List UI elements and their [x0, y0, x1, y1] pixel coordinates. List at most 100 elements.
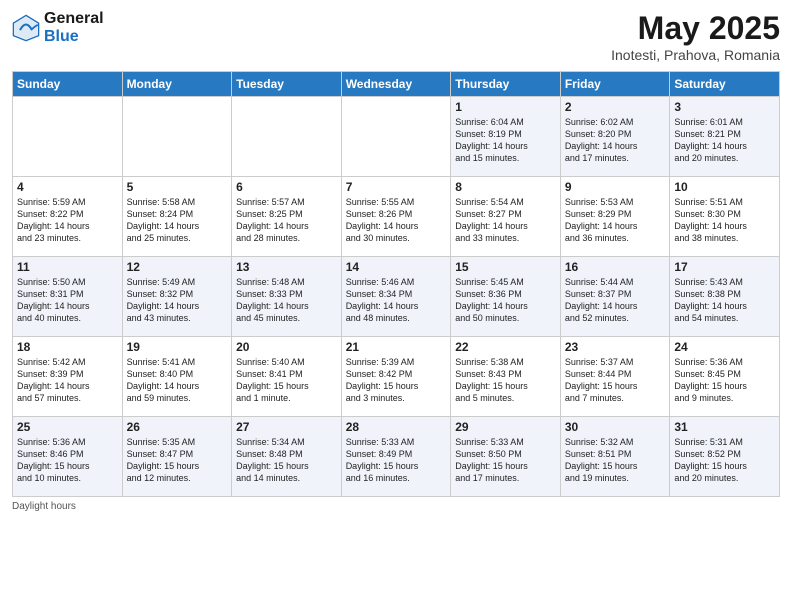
- calendar-cell: 23Sunrise: 5:37 AM Sunset: 8:44 PM Dayli…: [560, 337, 670, 417]
- calendar-cell: 14 Sunrise: 5:46 AM Sunset: 8:34 PM Dayli…: [341, 257, 451, 337]
- day-number: 9: [565, 180, 666, 194]
- col-header-sunday: Sunday: [13, 72, 123, 97]
- day-number: 7: [346, 180, 447, 194]
- calendar-cell: 16 Sunrise: 5:44 AM Sunset: 8:37 PM Dayli…: [560, 257, 670, 337]
- logo-text: General Blue: [44, 10, 104, 45]
- calendar-cell: 11 Sunrise: 5:50 AM Sunset: 8:31 PM Dayli…: [13, 257, 123, 337]
- day-number: 15: [455, 260, 556, 274]
- calendar-cell: 21 Sunrise: 5:39 AM Sunset: 8:42 PM Dayli…: [341, 337, 451, 417]
- calendar-cell: [232, 97, 342, 177]
- calendar-cell: [13, 97, 123, 177]
- calendar-cell: 5 Sunrise: 5:58 AM Sunset: 8:24 PM Daylig…: [122, 177, 232, 257]
- calendar-cell: 27 Sunrise: 5:34 AM Sunset: 8:48 PM Dayli…: [232, 417, 342, 497]
- day-info: Sunrise: 5:58 AM Sunset: 8:24 PM Dayligh…: [127, 196, 228, 245]
- calendar-cell: 3 Sunrise: 6:01 AM Sunset: 8:21 PM Daylig…: [670, 97, 780, 177]
- day-number: 13: [236, 260, 337, 274]
- day-info: Sunrise: 5:37 AM Sunset: 8:44 PM Dayligh…: [565, 356, 666, 405]
- calendar-cell: [122, 97, 232, 177]
- calendar-cell: 4Sunrise: 5:59 AM Sunset: 8:22 PM Daylig…: [13, 177, 123, 257]
- calendar-cell: 31Sunrise: 5:31 AM Sunset: 8:52 PM Dayli…: [670, 417, 780, 497]
- calendar-week-row: 11 Sunrise: 5:50 AM Sunset: 8:31 PM Dayli…: [13, 257, 780, 337]
- day-number: 30: [565, 420, 666, 434]
- day-number: 22: [455, 340, 556, 354]
- day-info: Sunrise: 5:33 AM Sunset: 8:50 PM Dayligh…: [455, 436, 556, 485]
- day-info: Sunrise: 5:48 AM Sunset: 8:33 PM Dayligh…: [236, 276, 337, 325]
- calendar-cell: 15 Sunrise: 5:45 AM Sunset: 8:36 PM Dayli…: [451, 257, 561, 337]
- day-info: Sunrise: 5:44 AM Sunset: 8:37 PM Dayligh…: [565, 276, 666, 325]
- day-number: 2: [565, 100, 666, 114]
- col-header-wednesday: Wednesday: [341, 72, 451, 97]
- day-number: 11: [17, 260, 118, 274]
- day-info: Sunrise: 6:04 AM Sunset: 8:19 PM Dayligh…: [455, 116, 556, 165]
- day-number: 26: [127, 420, 228, 434]
- day-info: Sunrise: 5:50 AM Sunset: 8:31 PM Dayligh…: [17, 276, 118, 325]
- day-number: 18: [17, 340, 118, 354]
- day-number: 3: [674, 100, 775, 114]
- calendar-week-row: 4Sunrise: 5:59 AM Sunset: 8:22 PM Daylig…: [13, 177, 780, 257]
- calendar-cell: 6 Sunrise: 5:57 AM Sunset: 8:25 PM Daylig…: [232, 177, 342, 257]
- day-info: Sunrise: 5:42 AM Sunset: 8:39 PM Dayligh…: [17, 356, 118, 405]
- day-number: 19: [127, 340, 228, 354]
- day-info: Sunrise: 5:38 AM Sunset: 8:43 PM Dayligh…: [455, 356, 556, 405]
- day-info: Sunrise: 5:39 AM Sunset: 8:42 PM Dayligh…: [346, 356, 447, 405]
- col-header-friday: Friday: [560, 72, 670, 97]
- day-info: Sunrise: 5:36 AM Sunset: 8:46 PM Dayligh…: [17, 436, 118, 485]
- col-header-thursday: Thursday: [451, 72, 561, 97]
- calendar-cell: 20Sunrise: 5:40 AM Sunset: 8:41 PM Dayli…: [232, 337, 342, 417]
- col-header-saturday: Saturday: [670, 72, 780, 97]
- day-info: Sunrise: 5:31 AM Sunset: 8:52 PM Dayligh…: [674, 436, 775, 485]
- calendar-cell: 19Sunrise: 5:41 AM Sunset: 8:40 PM Dayli…: [122, 337, 232, 417]
- day-info: Sunrise: 5:55 AM Sunset: 8:26 PM Dayligh…: [346, 196, 447, 245]
- day-info: Sunrise: 5:59 AM Sunset: 8:22 PM Dayligh…: [17, 196, 118, 245]
- footer-note: Daylight hours: [12, 501, 780, 512]
- calendar-header-row: SundayMondayTuesdayWednesdayThursdayFrid…: [13, 72, 780, 97]
- calendar-cell: 10Sunrise: 5:51 AM Sunset: 8:30 PM Dayli…: [670, 177, 780, 257]
- calendar-week-row: 1 Sunrise: 6:04 AM Sunset: 8:19 PM Daylig…: [13, 97, 780, 177]
- day-number: 5: [127, 180, 228, 194]
- calendar-cell: 18 Sunrise: 5:42 AM Sunset: 8:39 PM Dayli…: [13, 337, 123, 417]
- calendar-week-row: 18 Sunrise: 5:42 AM Sunset: 8:39 PM Dayli…: [13, 337, 780, 417]
- calendar-cell: 25Sunrise: 5:36 AM Sunset: 8:46 PM Dayli…: [13, 417, 123, 497]
- day-number: 28: [346, 420, 447, 434]
- day-number: 16: [565, 260, 666, 274]
- calendar-cell: 26 Sunrise: 5:35 AM Sunset: 8:47 PM Dayli…: [122, 417, 232, 497]
- day-number: 27: [236, 420, 337, 434]
- day-info: Sunrise: 5:45 AM Sunset: 8:36 PM Dayligh…: [455, 276, 556, 325]
- day-info: Sunrise: 5:57 AM Sunset: 8:25 PM Dayligh…: [236, 196, 337, 245]
- day-number: 17: [674, 260, 775, 274]
- logo-icon: [12, 14, 40, 42]
- calendar-cell: 9 Sunrise: 5:53 AM Sunset: 8:29 PM Daylig…: [560, 177, 670, 257]
- day-number: 14: [346, 260, 447, 274]
- day-info: Sunrise: 5:43 AM Sunset: 8:38 PM Dayligh…: [674, 276, 775, 325]
- day-number: 1: [455, 100, 556, 114]
- day-info: Sunrise: 5:35 AM Sunset: 8:47 PM Dayligh…: [127, 436, 228, 485]
- day-number: 8: [455, 180, 556, 194]
- day-info: Sunrise: 6:02 AM Sunset: 8:20 PM Dayligh…: [565, 116, 666, 165]
- calendar-cell: 7 Sunrise: 5:55 AM Sunset: 8:26 PM Daylig…: [341, 177, 451, 257]
- month-title: May 2025: [611, 10, 780, 47]
- calendar-cell: [341, 97, 451, 177]
- day-number: 21: [346, 340, 447, 354]
- calendar-cell: 12Sunrise: 5:49 AM Sunset: 8:32 PM Dayli…: [122, 257, 232, 337]
- location-subtitle: Inotesti, Prahova, Romania: [611, 47, 780, 63]
- calendar-cell: 30 Sunrise: 5:32 AM Sunset: 8:51 PM Dayli…: [560, 417, 670, 497]
- calendar-cell: 17 Sunrise: 5:43 AM Sunset: 8:38 PM Dayli…: [670, 257, 780, 337]
- day-info: Sunrise: 6:01 AM Sunset: 8:21 PM Dayligh…: [674, 116, 775, 165]
- day-number: 6: [236, 180, 337, 194]
- calendar-cell: 2 Sunrise: 6:02 AM Sunset: 8:20 PM Daylig…: [560, 97, 670, 177]
- day-info: Sunrise: 5:34 AM Sunset: 8:48 PM Dayligh…: [236, 436, 337, 485]
- day-number: 24: [674, 340, 775, 354]
- col-header-monday: Monday: [122, 72, 232, 97]
- day-info: Sunrise: 5:46 AM Sunset: 8:34 PM Dayligh…: [346, 276, 447, 325]
- calendar-cell: 28Sunrise: 5:33 AM Sunset: 8:49 PM Dayli…: [341, 417, 451, 497]
- day-info: Sunrise: 5:32 AM Sunset: 8:51 PM Dayligh…: [565, 436, 666, 485]
- calendar-cell: 13 Sunrise: 5:48 AM Sunset: 8:33 PM Dayli…: [232, 257, 342, 337]
- calendar-cell: 8Sunrise: 5:54 AM Sunset: 8:27 PM Daylig…: [451, 177, 561, 257]
- day-info: Sunrise: 5:53 AM Sunset: 8:29 PM Dayligh…: [565, 196, 666, 245]
- day-number: 12: [127, 260, 228, 274]
- day-info: Sunrise: 5:36 AM Sunset: 8:45 PM Dayligh…: [674, 356, 775, 405]
- page-header: General Blue May 2025 Inotesti, Prahova,…: [12, 10, 780, 63]
- title-block: May 2025 Inotesti, Prahova, Romania: [611, 10, 780, 63]
- logo: General Blue: [12, 10, 104, 45]
- day-info: Sunrise: 5:40 AM Sunset: 8:41 PM Dayligh…: [236, 356, 337, 405]
